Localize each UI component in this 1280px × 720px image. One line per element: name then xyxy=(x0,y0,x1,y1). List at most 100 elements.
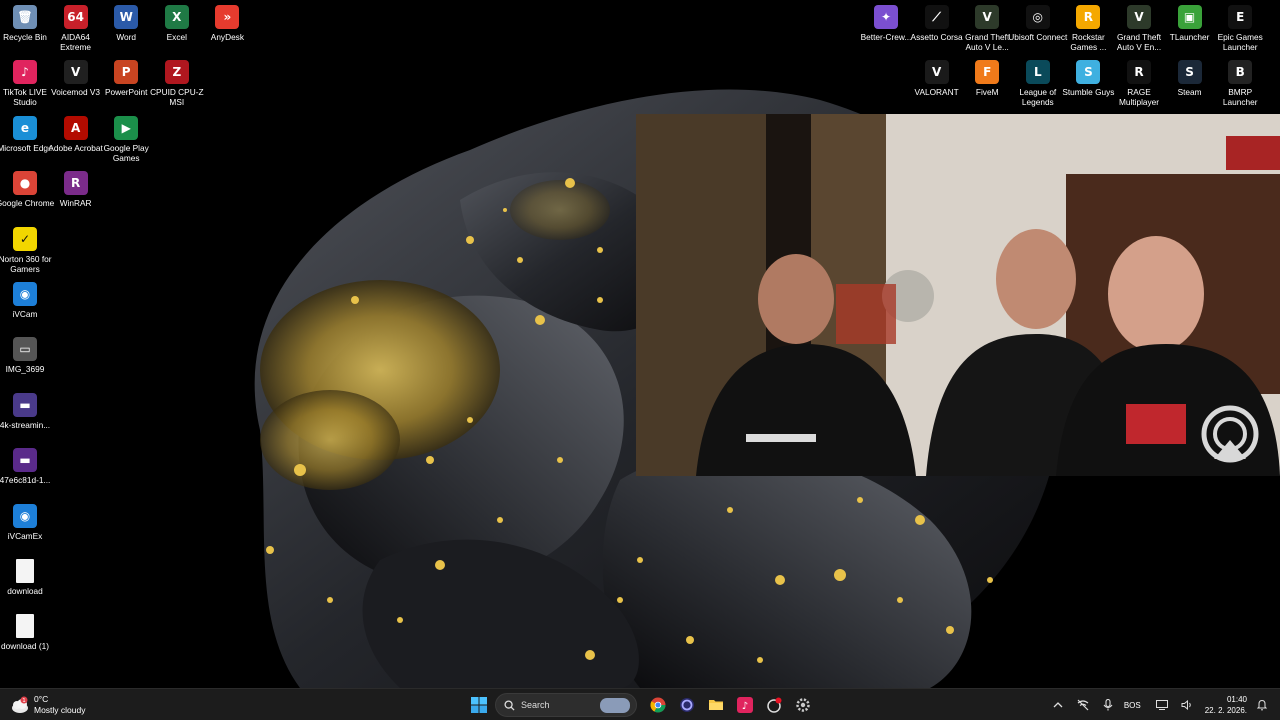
desktop-icon-valorant[interactable]: V VALORANT xyxy=(911,60,963,112)
google-chrome-icon: ● xyxy=(13,171,37,196)
desktop-icon-4k-streaming[interactable]: ▬ 4k-streamin... xyxy=(0,392,51,445)
desktop-icon-google-play-games[interactable]: ▶ Google Play Games xyxy=(100,115,152,168)
desktop-icon-google-chrome[interactable]: ● Google Chrome xyxy=(0,171,54,223)
league-of-legends-icon: L xyxy=(1025,60,1050,85)
desktop-icon-anydesk[interactable]: » AnyDesk xyxy=(201,5,253,57)
desktop-icon-fivem[interactable]: F FiveM xyxy=(961,60,1013,112)
desktop-icon-download[interactable]: download xyxy=(0,559,51,611)
desktop-icon-bmrp-launcher[interactable]: B BMRP Launcher xyxy=(1214,60,1266,112)
desktop-icon-voicemod[interactable]: V Voicemod V3 xyxy=(50,60,102,112)
excel-icon: X xyxy=(164,5,189,29)
desktop-icon-ivcam[interactable]: ◉ iVCam xyxy=(0,282,51,334)
download-1-icon xyxy=(16,614,34,639)
gear-icon xyxy=(796,698,810,712)
network-off-icon[interactable] xyxy=(1073,695,1093,715)
desktop-icon-stumble-guys[interactable]: S Stumble Guys xyxy=(1062,60,1114,112)
taskbar-settings[interactable] xyxy=(790,693,816,717)
desktop-icon-label: BMRP Launcher xyxy=(1222,87,1258,108)
desktop-icon-label: 47e6c81d-1... xyxy=(0,475,51,486)
clock[interactable]: 01:40 22. 2. 2026. xyxy=(1205,694,1247,716)
notification-bell-icon[interactable] xyxy=(1252,695,1272,715)
desktop-icon-epic-games[interactable]: E Epic Games Launcher xyxy=(1214,5,1266,57)
desktop-icon-label: download (1) xyxy=(1,641,49,652)
desktop-icon-winrar[interactable]: R WinRAR xyxy=(50,171,102,223)
webcam-preview xyxy=(636,114,1280,476)
display-icon[interactable] xyxy=(1152,695,1172,715)
desktop-icon-word[interactable]: W Word xyxy=(100,5,152,57)
tiktok-live-studio-icon: ♪ xyxy=(13,60,37,85)
desktop-icon-better-crew[interactable]: ✦ Better-Crew... xyxy=(860,5,912,57)
img-3699-icon: ▭ xyxy=(13,337,37,362)
bmrp-launcher-icon: B xyxy=(1228,60,1253,85)
desktop-icon-microsoft-edge[interactable]: e Microsoft Edge xyxy=(0,115,53,168)
desktop-icon-label: Epic Games Launcher xyxy=(1217,32,1263,52)
desktop-icon-rage-multiplayer[interactable]: R RAGE Multiplayer xyxy=(1113,60,1165,112)
powerpoint-icon: P xyxy=(114,60,139,85)
desktop-icon-gta-v-enhanced[interactable]: V Grand Theft Auto V En... xyxy=(1113,5,1165,57)
better-crew-icon: ✦ xyxy=(874,5,898,29)
desktop-icon-ivcamex[interactable]: ◉ iVCamEx xyxy=(0,503,51,556)
clock-time: 01:40 xyxy=(1226,695,1247,704)
language-indicator[interactable]: BOS xyxy=(1124,701,1141,710)
weather-cloud-icon: 1 xyxy=(10,695,30,715)
taskbar: 1 0°C Mostly cloudy Search ♪ BOS 01:40 2… xyxy=(0,688,1280,720)
desktop-icon-cpuid[interactable]: Z CPUID CPU-Z MSI xyxy=(150,60,204,112)
assetto-corsa-icon: ⟋ xyxy=(924,5,949,29)
desktop-icon-excel[interactable]: X Excel xyxy=(151,5,203,57)
desktop-icon-rockstar-games[interactable]: R Rockstar Games ... xyxy=(1062,5,1114,57)
desktop-icon-download-1[interactable]: download (1) xyxy=(0,614,51,666)
taskbar-chrome[interactable] xyxy=(645,693,671,717)
desktop-icon-label: CPUID CPU-Z MSI xyxy=(150,87,204,108)
desktop-icon-norton[interactable]: ✓ Norton 360 for Gamers xyxy=(0,226,52,279)
gta-v-legacy-icon: V xyxy=(975,5,1000,29)
desktop-icon-label: AnyDesk xyxy=(210,32,244,42)
circle-app-icon xyxy=(680,698,694,712)
weather-widget[interactable]: 1 0°C Mostly cloudy xyxy=(10,693,86,717)
volume-icon[interactable] xyxy=(1177,695,1197,715)
voicemod-icon: V xyxy=(63,60,88,85)
folder-icon xyxy=(709,700,723,710)
search-box[interactable]: Search xyxy=(495,693,637,717)
desktop-icon-label: Google Play Games xyxy=(103,142,149,163)
google-play-games-icon: ▶ xyxy=(114,115,139,140)
gta-v-enhanced-icon: V xyxy=(1127,5,1151,29)
47e6c81d-icon: ▬ xyxy=(13,448,37,473)
winrar-icon: R xyxy=(63,171,88,196)
desktop-icon-recycle-bin[interactable]: 🗑 Recycle Bin xyxy=(0,5,51,57)
microphone-icon[interactable] xyxy=(1098,695,1118,715)
svg-text:1: 1 xyxy=(22,698,26,704)
ivcam-icon: ◉ xyxy=(13,282,37,306)
taskbar-app-notification[interactable] xyxy=(761,693,787,717)
desktop-icon-assetto-corsa[interactable]: ⟋ Assetto Corsa xyxy=(911,5,963,57)
desktop-icon-tiktok-live-studio[interactable]: ♪ TikTok LIVE Studio xyxy=(0,60,51,112)
steam-icon: S xyxy=(1177,60,1202,85)
desktop-icon-label: iVCam xyxy=(12,309,38,319)
desktop-icon-ubisoft-connect[interactable]: ◎ Ubisoft Connect xyxy=(1008,5,1067,57)
desktop-icon-img-3699[interactable]: ▭ IMG_3699 xyxy=(0,337,51,389)
taskbar-file-explorer[interactable] xyxy=(703,693,729,717)
ivcamex-icon: ◉ xyxy=(13,503,37,528)
desktop-icon-label: iVCamEx xyxy=(7,530,43,541)
taskbar-cortana[interactable] xyxy=(674,693,700,717)
desktop-icon-gta-v-legacy[interactable]: V Grand Theft Auto V Le... xyxy=(961,5,1013,57)
desktop-icon-label: WinRAR xyxy=(59,198,92,209)
aida64-icon: 64 xyxy=(63,5,88,29)
search-highlight-icon xyxy=(600,698,630,713)
weather-condition: Mostly cloudy xyxy=(34,705,86,715)
weather-temperature: 0°C xyxy=(34,694,49,704)
rockstar-games-icon: R xyxy=(1076,5,1101,29)
desktop-icon-steam[interactable]: S Steam xyxy=(1164,60,1216,112)
word-icon: W xyxy=(114,5,139,29)
desktop-icon-aida64[interactable]: 64 AIDA64 Extreme xyxy=(50,5,102,57)
desktop-icon-adobe-acrobat[interactable]: A Adobe Acrobat xyxy=(48,115,103,168)
desktop-icon-powerpoint[interactable]: P PowerPoint xyxy=(100,60,152,112)
desktop-icon-tlauncher[interactable]: ▣ TLauncher xyxy=(1164,5,1216,57)
start-button[interactable] xyxy=(466,693,492,717)
desktop-icon-league-of-legends[interactable]: L League of Legends xyxy=(1012,60,1064,112)
tiktok-icon: ♪ xyxy=(737,697,753,713)
taskbar-apps: Search ♪ xyxy=(466,693,819,717)
download-icon xyxy=(16,559,34,583)
taskbar-tiktok-live[interactable]: ♪ xyxy=(732,693,758,717)
desktop-icon-47e6c81d[interactable]: ▬ 47e6c81d-1... xyxy=(0,448,51,500)
chevron-up-icon[interactable] xyxy=(1048,695,1068,715)
